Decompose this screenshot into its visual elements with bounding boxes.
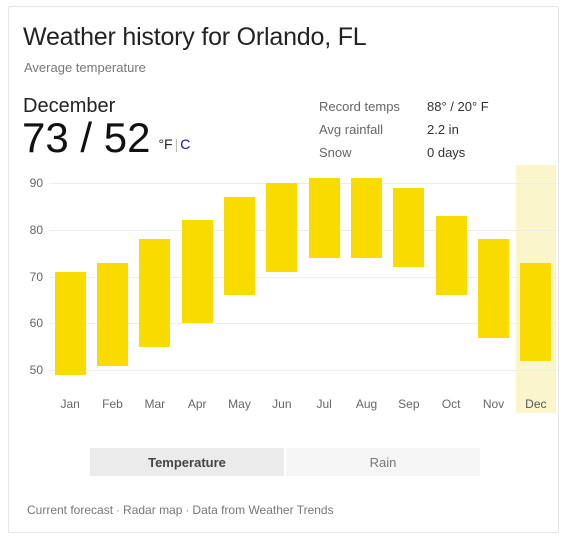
- chart-bar[interactable]: [393, 187, 425, 268]
- tab-rain[interactable]: Rain: [285, 447, 481, 477]
- stat-label-record-temps: Record temps: [319, 99, 400, 114]
- chart-y-tick-label: 60: [29, 316, 43, 331]
- chart-bar[interactable]: [54, 271, 86, 375]
- link-current-forecast[interactable]: Current forecast: [27, 503, 113, 517]
- footer-links: Current forecast · Radar map · Data from Wea…: [27, 503, 334, 517]
- chart-bar[interactable]: [308, 178, 340, 258]
- unit-toggle[interactable]: °F | C: [158, 136, 190, 152]
- chart-x-tick-label[interactable]: Jul: [304, 397, 344, 411]
- chart-y-tick-label: 90: [29, 176, 43, 191]
- chart-bar[interactable]: [139, 239, 171, 347]
- chart-tab-group: Temperature Rain: [89, 447, 481, 477]
- chart-bar[interactable]: [435, 215, 467, 296]
- chart-x-tick-label[interactable]: Feb: [93, 397, 133, 411]
- stat-label-avg-rainfall: Avg rainfall: [319, 122, 384, 137]
- chart-x-tick-label[interactable]: Aug: [347, 397, 387, 411]
- chart-y-tick-label: 50: [29, 363, 43, 378]
- link-radar-map[interactable]: Radar map: [123, 503, 182, 517]
- temperature-range-chart: 50 60 70 80 90 Jan Feb Mar Apr May Jun Jul Aug Sep Oc…: [9, 165, 558, 427]
- chart-x-tick-label[interactable]: Sep: [389, 397, 429, 411]
- chart-bar[interactable]: [351, 178, 382, 258]
- chart-x-tick-label[interactable]: May: [220, 397, 260, 411]
- chart-y-tick-label: 80: [29, 222, 43, 237]
- chart-x-axis-labels: Jan Feb Mar Apr May Jun Jul Aug Sep Oct Nov Dec: [49, 397, 557, 419]
- chart-bar[interactable]: [266, 183, 298, 272]
- footer-separator: ·: [116, 503, 121, 517]
- chart-bar[interactable]: [224, 197, 255, 296]
- stat-value-record-temps: 88° / 20° F: [427, 99, 489, 114]
- chart-y-tick-label: 70: [29, 269, 43, 284]
- chart-x-tick-label[interactable]: Nov: [474, 397, 514, 411]
- unit-celsius-option[interactable]: C: [180, 136, 190, 152]
- tab-temperature[interactable]: Temperature: [89, 447, 285, 477]
- weather-history-card: Weather history for Orlando, FL Average …: [8, 6, 559, 533]
- link-data-source[interactable]: Data from Weather Trends: [192, 503, 333, 517]
- stats-panel: Record temps 88° / 20° F Avg rainfall 2.…: [319, 95, 489, 164]
- chart-gridline: [49, 229, 557, 231]
- chart-x-tick-label[interactable]: Apr: [177, 397, 217, 411]
- chart-bar[interactable]: [181, 220, 213, 324]
- chart-x-tick-label[interactable]: Jan: [50, 397, 90, 411]
- stat-row: Avg rainfall 2.2 in: [319, 118, 489, 141]
- chart-x-tick-label[interactable]: Dec: [516, 397, 556, 411]
- stat-value-avg-rainfall: 2.2 in: [427, 122, 459, 137]
- chart-gridline: [49, 183, 557, 185]
- stat-row: Snow 0 days: [319, 141, 489, 164]
- chart-bar[interactable]: [520, 262, 552, 361]
- page-title: Weather history for Orlando, FL: [23, 23, 367, 51]
- temperature-summary: 73 / 52 °F | C: [22, 117, 190, 159]
- chart-gridline: [49, 370, 557, 372]
- chart-x-tick-label[interactable]: Mar: [135, 397, 175, 411]
- unit-fahrenheit-option[interactable]: °F: [158, 136, 172, 152]
- chart-bar[interactable]: [97, 262, 128, 366]
- temperature-value: 73 / 52: [22, 114, 151, 161]
- chart-bar[interactable]: [478, 239, 509, 338]
- footer-separator: ·: [185, 503, 190, 517]
- stat-value-snow: 0 days: [427, 145, 466, 160]
- stat-label-snow: Snow: [319, 145, 352, 160]
- chart-x-tick-label[interactable]: Oct: [431, 397, 471, 411]
- stat-row: Record temps 88° / 20° F: [319, 95, 489, 118]
- chart-plot-area: 50 60 70 80 90: [30, 165, 557, 413]
- chart-x-tick-label[interactable]: Jun: [262, 397, 302, 411]
- card-subtitle: Average temperature: [24, 60, 146, 75]
